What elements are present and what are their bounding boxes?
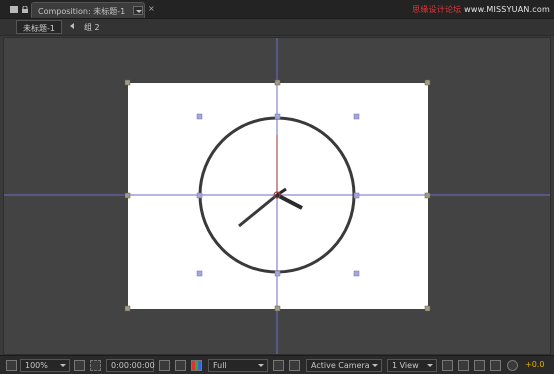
lock-icon[interactable] — [21, 6, 29, 13]
flowchart-icon[interactable] — [490, 360, 501, 371]
breadcrumb-comp[interactable]: 未标题-1 — [16, 20, 62, 34]
watermark-prefix: 思缘设计论坛 — [412, 5, 465, 14]
handle-middle-left[interactable] — [124, 192, 131, 199]
shape-handle-bottom-right[interactable] — [353, 270, 360, 277]
handle-top-center[interactable] — [274, 79, 281, 86]
region-of-interest-icon[interactable] — [90, 360, 101, 371]
exposure-value[interactable]: +0.0 — [525, 360, 544, 369]
composition-dropdown-button[interactable] — [133, 6, 143, 15]
handle-bottom-left[interactable] — [124, 305, 131, 312]
view-layout-dropdown[interactable]: 1 View — [387, 359, 437, 372]
exposure-icon[interactable] — [507, 360, 518, 371]
camera-view-dropdown[interactable]: Active Camera — [306, 359, 382, 372]
watermark: 思缘设计论坛 www.MISSYUAN.com — [412, 4, 550, 15]
handle-top-left[interactable] — [124, 79, 131, 86]
close-tab-button[interactable]: × — [148, 4, 155, 13]
handle-top-right[interactable] — [424, 79, 431, 86]
watermark-site: www.MISSYUAN.com — [464, 5, 550, 14]
snapshot-camera-icon[interactable] — [159, 360, 170, 371]
shape-handle-top-right[interactable] — [353, 113, 360, 120]
shape-handle-top-left[interactable] — [196, 113, 203, 120]
resolution-grid-icon[interactable] — [74, 360, 85, 371]
zoom-dropdown[interactable]: 100% — [20, 359, 70, 372]
toggle-pixel-aspect-icon[interactable] — [442, 360, 453, 371]
shape-handle-middle-right[interactable] — [353, 192, 360, 199]
composition-tab-label: Composition: 未标题-1 — [38, 7, 126, 16]
shape-handle-bottom-left[interactable] — [196, 270, 203, 277]
color-channels-icon[interactable] — [191, 360, 202, 371]
resolution-dropdown[interactable]: Full — [208, 359, 268, 372]
composition-tab[interactable]: Composition: 未标题-1 — [31, 2, 145, 18]
handle-middle-right[interactable] — [424, 192, 431, 199]
composition-viewport[interactable] — [3, 37, 551, 355]
comp-breadcrumb: 未标题-1 组 2 — [0, 19, 554, 36]
comp-flowchart-icon[interactable] — [474, 360, 485, 371]
viewport-canvas[interactable] — [4, 38, 551, 355]
panel-menu-icon[interactable] — [10, 6, 18, 13]
viewer-toolbar: 100% 0:00:00:00 Full Active Camera 1 Vie… — [0, 355, 554, 374]
shape-handle-top-center[interactable] — [274, 113, 281, 120]
breadcrumb-group[interactable]: 组 2 — [84, 22, 100, 33]
shape-handle-middle-left[interactable] — [196, 192, 203, 199]
handle-bottom-right[interactable] — [424, 305, 431, 312]
timeline-icon[interactable] — [458, 360, 469, 371]
current-time-field[interactable]: 0:00:00:00 — [106, 359, 155, 372]
handle-bottom-center[interactable] — [274, 305, 281, 312]
transparency-grid-icon[interactable] — [289, 360, 300, 371]
breadcrumb-arrow-icon — [70, 23, 74, 29]
always-preview-icon[interactable] — [6, 360, 17, 371]
show-snapshot-icon[interactable] — [175, 360, 186, 371]
shape-handle-bottom-center[interactable] — [274, 270, 281, 277]
panel-tab-bar: Composition: 未标题-1 × 思缘设计论坛 www.MISSYUAN… — [0, 0, 554, 19]
fast-previews-icon[interactable] — [273, 360, 284, 371]
